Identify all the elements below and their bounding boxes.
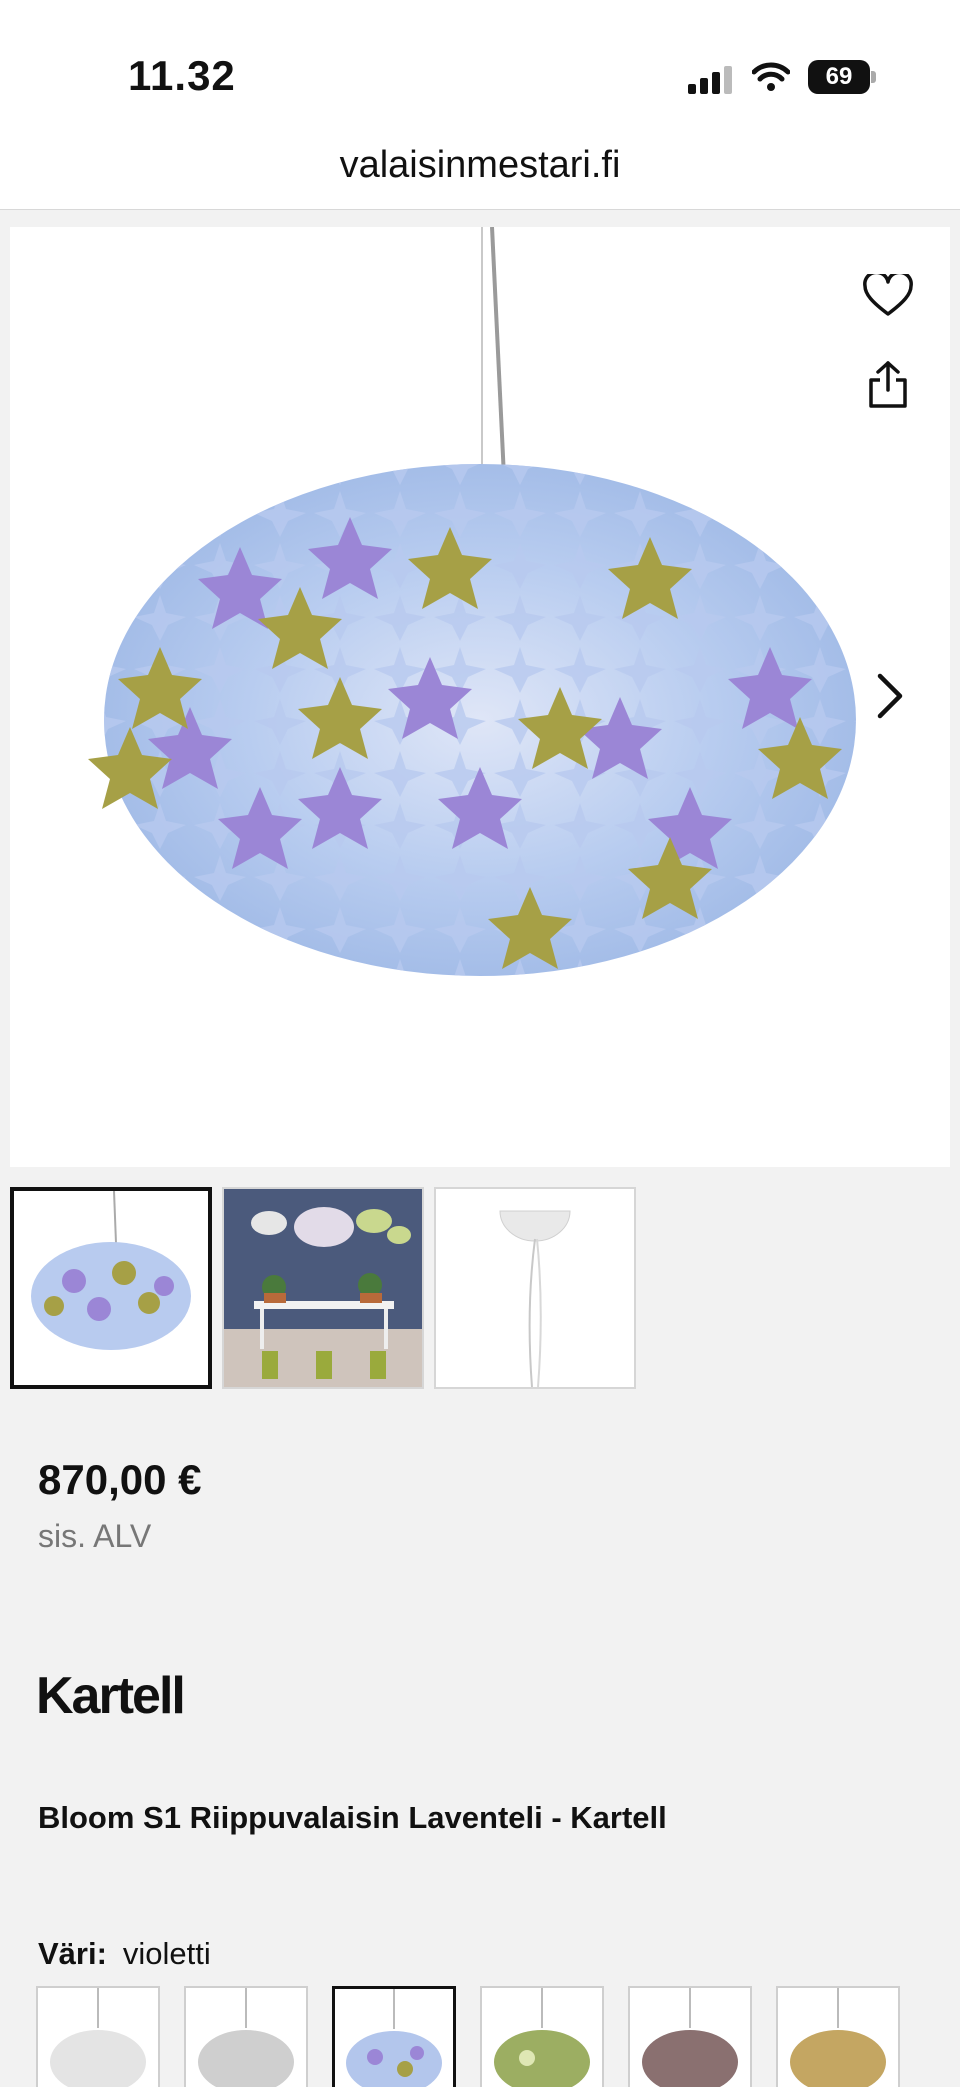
- swatch-1[interactable]: [36, 1986, 160, 2087]
- battery-level: 69: [808, 60, 870, 94]
- product-price: 870,00 €: [38, 1456, 202, 1503]
- thumbnail-2[interactable]: [222, 1187, 424, 1389]
- product-title: Bloom S1 Riippuvalaisin Laventeli - Kart…: [38, 1800, 667, 1835]
- thumbnail-lamp-image: [31, 1191, 191, 1350]
- swatch-lamp-image: [50, 1988, 146, 2087]
- status-time: 11.32: [128, 52, 236, 99]
- thumbnail-canopy-image: [499, 1210, 571, 1387]
- url-text[interactable]: valaisinmestari.fi: [0, 144, 960, 187]
- status-bar: 11.32 69: [0, 0, 960, 120]
- chevron-right-icon[interactable]: [872, 670, 908, 722]
- address-bar[interactable]: valaisinmestari.fi: [0, 120, 960, 210]
- color-label: Väri:: [38, 1936, 107, 1971]
- swatch-3[interactable]: [332, 1986, 456, 2087]
- swatch-4[interactable]: [480, 1986, 604, 2087]
- swatch-5[interactable]: [628, 1986, 752, 2087]
- vat-note: sis. ALV: [38, 1518, 152, 1554]
- thumbnail-3[interactable]: [434, 1187, 636, 1389]
- swatch-lamp-image: [494, 1988, 590, 2087]
- cellular-signal-icon: [688, 64, 734, 94]
- swatch-lamp-image: [346, 1989, 442, 2087]
- swatch-lamp-image: [198, 1988, 294, 2087]
- share-icon[interactable]: [866, 360, 910, 410]
- thumbnail-room-image: [224, 1189, 422, 1387]
- color-selector-label: Väri: violetti: [38, 1936, 211, 1972]
- thumbnail-1[interactable]: [10, 1187, 212, 1389]
- swatch-2[interactable]: [184, 1986, 308, 2087]
- product-main-image[interactable]: [10, 227, 950, 1167]
- lamp-image: [88, 227, 856, 976]
- selected-color-value: violetti: [122, 1936, 211, 1971]
- swatch-lamp-image: [790, 1988, 886, 2087]
- favorite-heart-icon[interactable]: [862, 274, 914, 318]
- wifi-icon: [752, 62, 790, 91]
- brand-logo[interactable]: Kartell: [36, 1666, 186, 1726]
- swatch-6[interactable]: [776, 1986, 900, 2087]
- swatch-lamp-image: [642, 1988, 738, 2087]
- battery-icon: 69: [808, 60, 876, 94]
